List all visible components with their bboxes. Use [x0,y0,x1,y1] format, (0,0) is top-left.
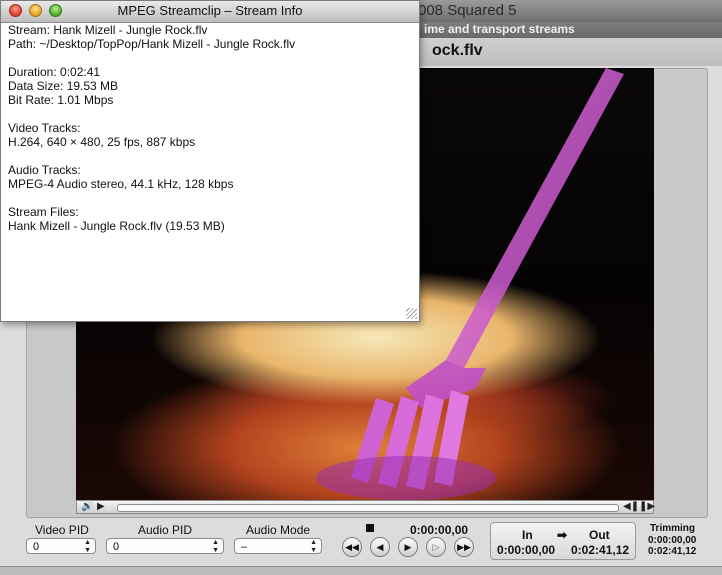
step-forward-icon[interactable]: ▷ [426,537,446,557]
stream-info-titlebar[interactable]: MPEG Streamclip – Stream Info [1,1,419,23]
stream-name: Stream: Hank Mizell - Jungle Rock.flv [8,23,208,37]
video-pid-value: 0 [33,541,40,553]
stream-bit-rate: Bit Rate: 1.01 Mbps [8,93,114,107]
in-timecode[interactable]: 0:00:00,00 [497,543,555,557]
step-back-icon[interactable]: ◀ [370,537,390,557]
stop-icon[interactable] [366,524,374,532]
audio-pid-label: Audio PID [138,523,193,537]
audio-track: MPEG-4 Audio stereo, 44.1 kHz, 128 kbps [8,177,234,191]
stream-duration: Duration: 0:02:41 [8,65,101,79]
resize-grip-icon[interactable] [406,308,417,319]
video-pid-label: Video PID [35,523,89,537]
trimming-start: 0:00:00,00 [648,535,697,546]
stream-info-window: MPEG Streamclip – Stream Info Stream: Ha… [0,0,420,322]
audio-pid-value: 0 [113,541,120,553]
speaker-icon[interactable]: 🔊 [81,501,93,513]
fast-forward-icon[interactable]: ▶▶ [454,537,474,557]
main-window-title: 008 Squared 5 [418,2,517,19]
trimming-label: Trimming [650,523,696,534]
video-track: H.264, 640 × 480, 25 fps, 887 kbps [8,135,196,149]
audio-mode-label: Audio Mode [246,523,311,537]
play-icon[interactable]: ▶ [97,501,105,513]
audio-mode-value: – [241,541,248,553]
stepper-arrows-icon: ▲ ▼ [310,539,317,554]
trimming-end: 0:02:41,12 [648,546,697,557]
step-forward-icon[interactable]: ❚▶ [639,501,655,513]
audio-tracks-header: Audio Tracks: [8,163,81,177]
out-timecode[interactable]: 0:02:41,12 [571,543,629,557]
stream-data-size: Data Size: 19.53 MB [8,79,119,93]
video-tracks-header: Video Tracks: [8,121,81,135]
stream-path: Path: ~/Desktop/TopPop/Hank Mizell - Jun… [8,37,296,51]
rewind-icon[interactable]: ◀◀ [342,537,362,557]
in-out-panel: In ➡ Out 0:00:00,00 0:02:41,12 [490,522,636,560]
play-icon[interactable]: ▶ [398,537,418,557]
main-window-subtitle: ime and transport streams [424,22,575,36]
audio-mode-select[interactable]: – ▲ ▼ [234,538,322,554]
file-name: ock.flv [432,42,483,59]
stream-info-body: Stream: Hank Mizell - Jungle Rock.flv Pa… [8,23,412,233]
timeline-slider[interactable] [117,504,619,512]
video-pid-select[interactable]: 0 ▲ ▼ [26,538,96,554]
stream-files-header: Stream Files: [8,205,79,219]
current-timecode: 0:00:00,00 [410,523,469,537]
right-arrow-icon: ➡ [557,528,568,542]
stream-file: Hank Mizell - Jungle Rock.flv (19.53 MB) [8,219,225,233]
in-label: In [522,528,533,542]
stepper-arrows-icon: ▲ ▼ [84,539,91,554]
out-label: Out [589,528,610,542]
audio-pid-select[interactable]: 0 ▲ ▼ [106,538,224,554]
scrub-bar: 🔊 ▶ ◀❚ ❚▶ [76,500,655,514]
stepper-arrows-icon: ▲ ▼ [212,539,219,554]
step-back-icon[interactable]: ◀❚ [623,501,639,513]
stream-info-title: MPEG Streamclip – Stream Info [117,3,303,18]
